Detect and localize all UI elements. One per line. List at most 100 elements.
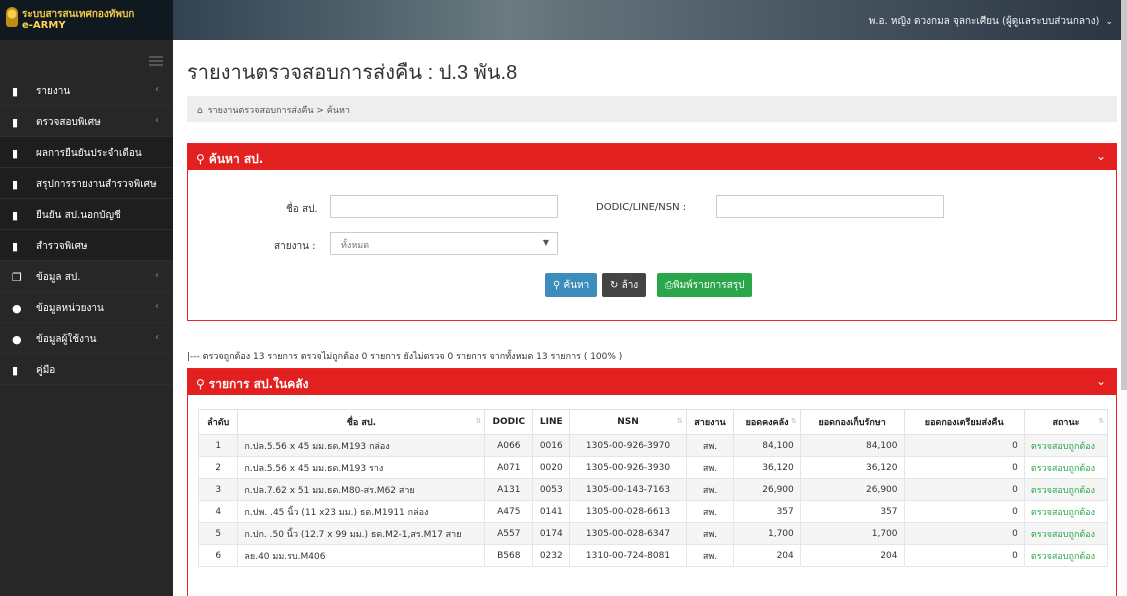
main-content: รายงานตรวจสอบการส่งคืน : ป.3 พัน.8 ⌂ รายง…	[173, 40, 1127, 596]
sidebar-item-special-check[interactable]: ▮ ตรวจสอบพิเศษ ‹	[0, 106, 173, 137]
user-icon: ●	[12, 302, 22, 315]
cell-status[interactable]: ตรวจสอบถูกต้อง	[1023, 478, 1109, 501]
list-panel-header[interactable]: ⚲ รายการ สป.ในคลัง ⌄	[188, 369, 1116, 395]
cell-line: 0016	[532, 434, 571, 457]
top-bar: ระบบสารสนเทศกองทัพบก e-ARMY พ.อ. หญิง ดว…	[0, 0, 1127, 40]
page-scrollbar[interactable]	[1121, 0, 1127, 596]
file-icon: ▮	[12, 116, 19, 129]
print-icon: ⎙	[665, 280, 673, 291]
search-panel-header[interactable]: ⚲ ค้นหา สป. ⌄	[188, 144, 1116, 170]
sidebar-item-manual[interactable]: ▮ คู่มือ	[0, 354, 173, 385]
name-input[interactable]	[330, 195, 558, 218]
cell-no: 3	[197, 478, 239, 501]
sidebar-item-monthly-confirm[interactable]: ▮ ผลการยืนยันประจำเดือน	[0, 137, 173, 168]
cell-status[interactable]: ตรวจสอบถูกต้อง	[1023, 456, 1109, 479]
table-header-row: ลำดับ ชื่อ สป. ⇅ DODIC LINE NSN ⇅ สายงาน ย…	[197, 409, 1109, 435]
nsn-input[interactable]	[716, 195, 944, 218]
column-header[interactable]: ชื่อ สป. ⇅	[237, 409, 486, 435]
column-header[interactable]: สถานะ ⇅	[1023, 409, 1109, 435]
cell-line: 0053	[532, 478, 571, 501]
cell-branch: สพ.	[685, 522, 735, 545]
table-row[interactable]: 1 ก.ปล.5.56 x 45 มม.ธด.M193 กล่อง A066 0…	[197, 434, 1109, 457]
user-name: พ.อ. หญิง ดวงกมล จุลกะเศียน (ผู้ดูแลระบบ…	[868, 16, 1100, 27]
breadcrumb-current: ค้นหา	[326, 106, 350, 116]
chevron-down-icon: ⌄	[1105, 17, 1113, 27]
breadcrumb: ⌂ รายงานตรวจสอบการส่งคืน > ค้นหา	[187, 96, 1117, 122]
cell-no: 5	[197, 522, 239, 545]
search-icon: ⚲	[196, 377, 205, 391]
cell-status[interactable]: ตรวจสอบถูกต้อง	[1023, 522, 1109, 545]
column-header[interactable]: NSN ⇅	[569, 409, 687, 435]
sidebar-item-survey-summary[interactable]: ▮ สรุปการรายงานสำรวจพิเศษ	[0, 168, 173, 199]
cell-name: ก.ปล.5.56 x 45 มม.ธด.M193 กล่อง	[237, 434, 486, 457]
clear-button[interactable]: ↻ ล้าง	[602, 273, 647, 297]
brand-subtitle: e-ARMY	[22, 20, 66, 31]
search-button-label: ค้นหา	[563, 280, 590, 291]
sidebar-item-report[interactable]: ▮ รายงาน ‹	[0, 75, 173, 106]
chevron-down-icon[interactable]: ⌄	[1096, 374, 1106, 388]
cell-stock: 204	[733, 544, 801, 567]
chevron-down-icon[interactable]: ⌄	[1096, 149, 1106, 163]
cell-nsn: 1305-00-028-6347	[569, 522, 687, 545]
cell-nsn: 1310-00-724-8081	[569, 544, 687, 567]
sidebar-item-label: ข้อมูลผู้ใช้งาน	[36, 334, 97, 345]
file-icon: ▮	[12, 240, 19, 253]
cell-name: ก.ปพ. .45 นิ้ว (11 x23 มม.) ธด.M1911 กล่…	[237, 500, 486, 523]
search-panel-title: ค้นหา สป.	[208, 152, 264, 166]
table-row[interactable]: 3 ก.ปล.7.62 x 51 มม.ธด.M80-สร.M62 สาย A1…	[197, 478, 1109, 501]
user-menu[interactable]: พ.อ. หญิง ดวงกมล จุลกะเศียน (ผู้ดูแลระบบ…	[869, 14, 1113, 29]
cell-stock: 357	[733, 500, 801, 523]
sidebar-item-supply-data[interactable]: ❐ ข้อมูล สป. ‹	[0, 261, 173, 292]
cell-return: 0	[903, 434, 1025, 457]
sort-icon: ⇅	[475, 417, 482, 425]
menu-toggle-icon[interactable]	[149, 56, 163, 66]
sidebar-item-label: คู่มือ	[36, 365, 56, 376]
cell-stock: 36,120	[733, 456, 801, 479]
sort-icon: ⇅	[676, 417, 683, 425]
table-row[interactable]: 4 ก.ปพ. .45 นิ้ว (11 x23 มม.) ธด.M1911 ก…	[197, 500, 1109, 523]
caret-down-icon: ▼	[542, 238, 549, 247]
cell-status[interactable]: ตรวจสอบถูกต้อง	[1023, 434, 1109, 457]
refresh-icon: ↻	[610, 280, 622, 291]
cell-branch: สพ.	[685, 456, 735, 479]
cell-dodic: A557	[484, 522, 534, 545]
sidebar-item-special-survey[interactable]: ▮ สำรวจพิเศษ	[0, 230, 173, 261]
list-panel: ⚲ รายการ สป.ในคลัง ⌄ ลำดับ ชื่อ สป. ⇅ DODI…	[187, 368, 1117, 596]
print-summary-button[interactable]: ⎙พิมพ์รายการสรุป	[657, 273, 753, 297]
home-icon[interactable]: ⌂	[197, 106, 203, 116]
brand[interactable]: ระบบสารสนเทศกองทัพบก e-ARMY	[0, 0, 173, 40]
summary-text: |--- ตรวจถูกต้อง 13 รายการ ตรวจไม่ถูกต้อ…	[187, 352, 623, 362]
sidebar-item-label: ตรวจสอบพิเศษ	[36, 117, 101, 128]
cell-stock: 84,100	[733, 434, 801, 457]
clear-button-label: ล้าง	[621, 280, 639, 291]
army-emblem-icon	[6, 7, 18, 27]
line-select[interactable]: ทั้งหมด ▼	[330, 232, 558, 255]
scrollbar-thumb[interactable]	[1121, 0, 1127, 390]
column-header[interactable]: DODIC	[484, 409, 534, 435]
column-header[interactable]: ยอดกองเก็บรักษา	[799, 409, 905, 435]
column-header[interactable]: ยอดกองเตรียมส่งคืน	[903, 409, 1025, 435]
cell-status[interactable]: ตรวจสอบถูกต้อง	[1023, 500, 1109, 523]
column-header[interactable]: ลำดับ	[197, 409, 239, 435]
cell-stock: 26,900	[733, 478, 801, 501]
table-row[interactable]: 5 ก.ปก. .50 นิ้ว (12.7 x 99 มม.) ธด.M2-1…	[197, 522, 1109, 545]
column-header[interactable]: LINE	[532, 409, 571, 435]
cell-name: ก.ปล.5.56 x 45 มม.ธด.M193 ราง	[237, 456, 486, 479]
cell-status[interactable]: ตรวจสอบถูกต้อง	[1023, 544, 1109, 567]
search-button[interactable]: ⚲ ค้นหา	[545, 273, 598, 297]
nsn-label: DODIC/LINE/NSN :	[596, 202, 687, 213]
table-row[interactable]: 6 ลย.40 มม.รบ.M406 B568 0232 1310-00-724…	[197, 544, 1109, 567]
cell-dodic: B568	[484, 544, 534, 567]
cell-name: ก.ปล.7.62 x 51 มม.ธด.M80-สร.M62 สาย	[237, 478, 486, 501]
sidebar-item-offbook-confirm[interactable]: ▮ ยืนยัน สป.นอกบัญชี	[0, 199, 173, 230]
sidebar-item-user-data[interactable]: ● ข้อมูลผู้ใช้งาน ‹	[0, 323, 173, 354]
column-header[interactable]: สายงาน	[685, 409, 735, 435]
breadcrumb-separator: >	[316, 106, 324, 116]
cell-name: ลย.40 มม.รบ.M406	[237, 544, 486, 567]
cell-line: 0141	[532, 500, 571, 523]
table-row[interactable]: 2 ก.ปล.5.56 x 45 มม.ธด.M193 ราง A071 002…	[197, 456, 1109, 479]
breadcrumb-parent[interactable]: รายงานตรวจสอบการส่งคืน	[208, 106, 314, 116]
sidebar-item-unit-data[interactable]: ● ข้อมูลหน่วยงาน ‹	[0, 292, 173, 323]
search-panel: ⚲ ค้นหา สป. ⌄ ชื่อ สป. DODIC/LINE/NSN : ส…	[187, 143, 1117, 321]
column-header[interactable]: ยอดคงคลัง ⇅	[733, 409, 801, 435]
